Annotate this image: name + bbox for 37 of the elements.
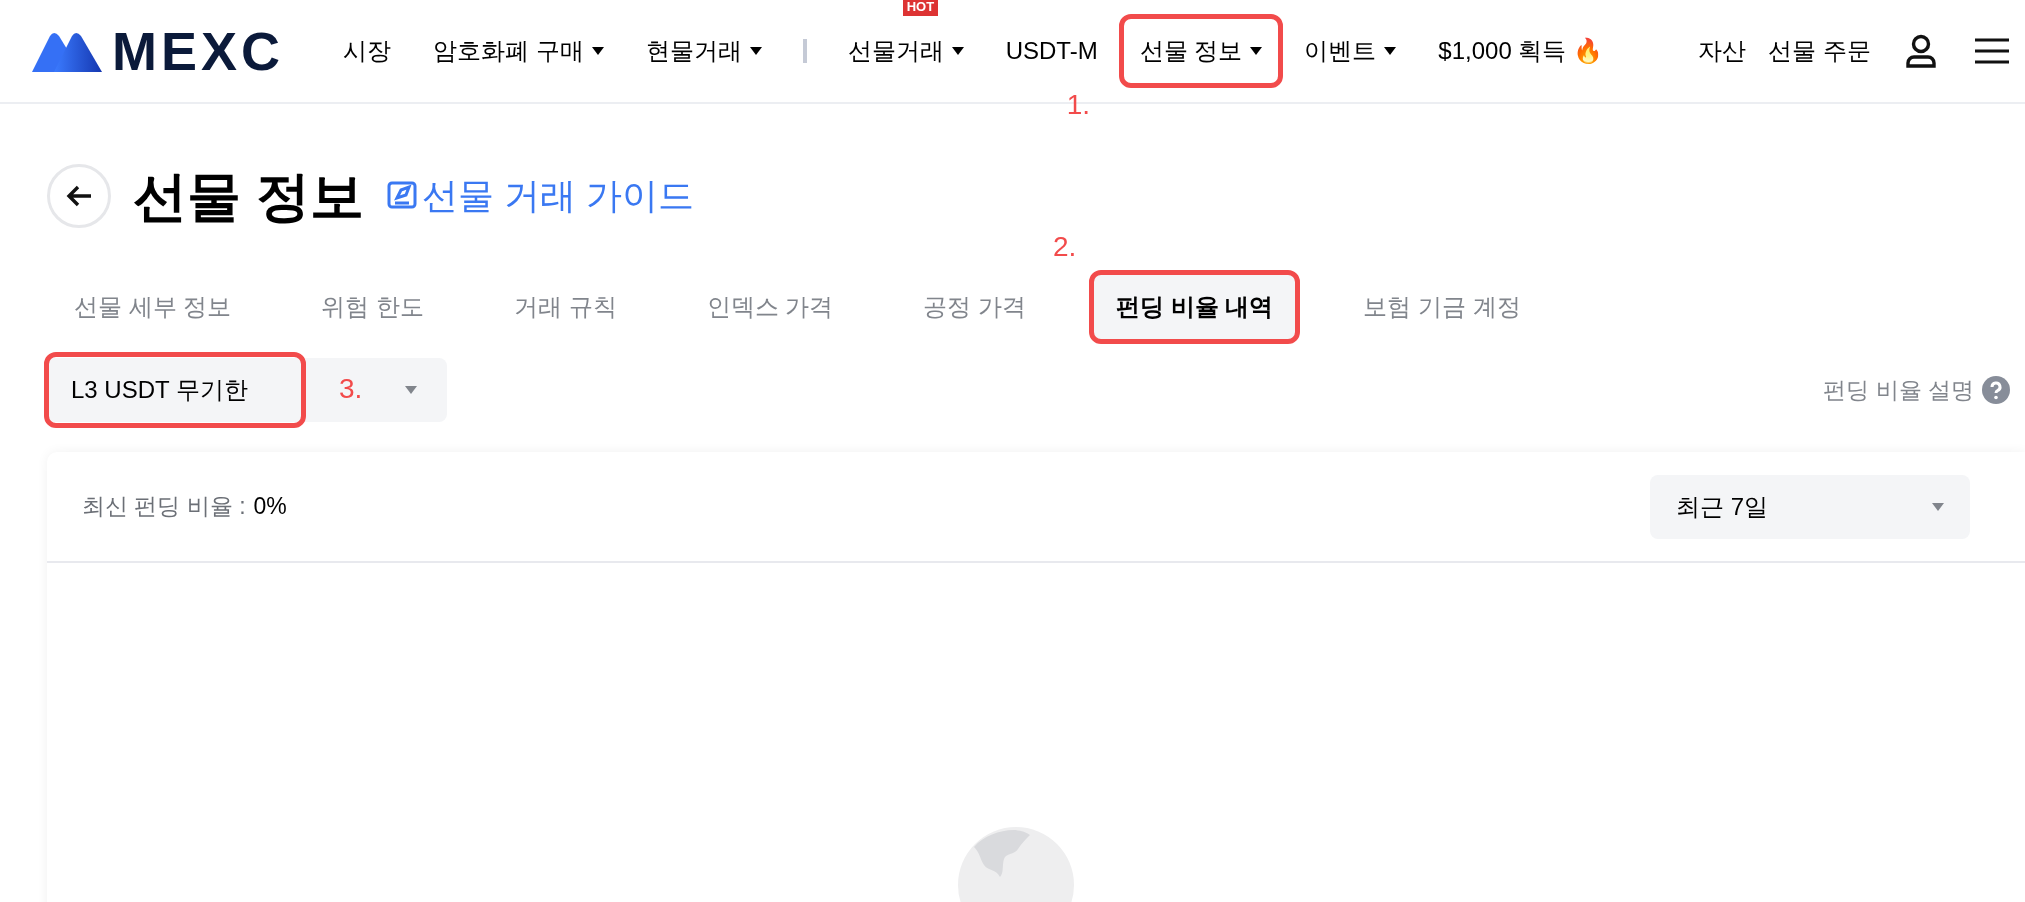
caret-icon xyxy=(405,386,417,394)
header-link[interactable]: 선물 주문 xyxy=(1768,33,1871,69)
guide-icon xyxy=(386,180,418,212)
header-link[interactable]: 자산 xyxy=(1698,33,1747,69)
hot-badge: HOT xyxy=(902,0,939,16)
rate-value: 0% xyxy=(253,492,287,522)
tab[interactable]: 선물 세부 정보 xyxy=(47,270,259,344)
logo-icon xyxy=(30,30,104,72)
page-title: 선물 정보 xyxy=(133,169,364,223)
guide-link[interactable]: 선물 거래 가이드 xyxy=(386,169,695,223)
help-icon xyxy=(1982,376,2010,404)
nav-link[interactable]: 선물거래 xyxy=(826,14,985,88)
annotation-number: 1. xyxy=(1066,87,1091,122)
annotation-number: 2. xyxy=(1053,230,1077,264)
nav-link[interactable]: 이벤트 xyxy=(1283,14,1418,88)
nav-link[interactable]: $1,000 획득 🔥 xyxy=(1417,14,1625,88)
nav-link[interactable]: USDT-M xyxy=(984,14,1119,88)
annotation-number: 3. xyxy=(339,372,363,406)
back-button[interactable] xyxy=(47,164,111,228)
menu-icon[interactable] xyxy=(1975,37,2009,65)
caret-icon xyxy=(1932,502,1944,511)
tab[interactable]: 보험 기금 계정 xyxy=(1336,270,1548,344)
nav-link[interactable]: 시장 xyxy=(322,14,412,88)
user-icon[interactable] xyxy=(1905,34,1937,68)
tab[interactable]: 공정 가격 xyxy=(896,270,1054,344)
nav-link[interactable]: 암호화폐 구매 xyxy=(412,14,625,88)
period-select[interactable]: 최근 7일 xyxy=(1650,474,1970,539)
nav-link[interactable]: 선물 정보 xyxy=(1118,14,1284,88)
rate-label: 최신 펀딩 비율 : xyxy=(82,492,246,522)
logo-text[interactable]: MEXC xyxy=(112,24,284,78)
tab[interactable]: 거래 규칙 xyxy=(487,270,644,344)
tab[interactable]: 인덱스 가격 xyxy=(679,270,861,344)
nav-link[interactable]: 현물거래 xyxy=(624,14,783,88)
tab[interactable]: 펀딩 비율 내역 xyxy=(1089,270,1301,344)
funding-help-link[interactable]: 펀딩 비율 설명 xyxy=(1823,372,2010,408)
tab[interactable]: 위험 한도 xyxy=(294,270,451,344)
back-arrow-icon xyxy=(66,185,92,207)
